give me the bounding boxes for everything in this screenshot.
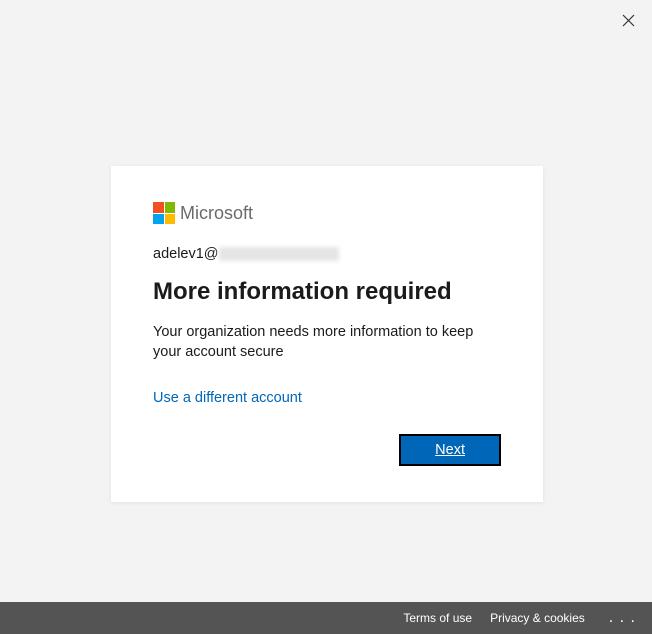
email-prefix: adelev1@	[153, 246, 219, 262]
account-email: adelev1@	[153, 246, 501, 262]
privacy-link[interactable]: Privacy & cookies	[490, 611, 585, 625]
next-button[interactable]: Next	[399, 434, 501, 466]
footer: Terms of use Privacy & cookies . . .	[0, 602, 652, 634]
page-title: More information required	[153, 278, 501, 306]
brand: Microsoft	[153, 202, 501, 224]
body-text: Your organization needs more information…	[153, 322, 501, 363]
close-icon[interactable]	[618, 10, 638, 30]
signin-card: Microsoft adelev1@ More information requ…	[111, 166, 543, 502]
more-options-icon[interactable]: . . .	[603, 609, 642, 627]
email-obscured	[219, 247, 339, 261]
terms-link[interactable]: Terms of use	[403, 611, 472, 625]
use-different-account-link[interactable]: Use a different account	[153, 390, 302, 406]
microsoft-logo-icon	[153, 202, 175, 224]
button-row: Next	[153, 434, 501, 466]
brand-label: Microsoft	[180, 203, 253, 224]
